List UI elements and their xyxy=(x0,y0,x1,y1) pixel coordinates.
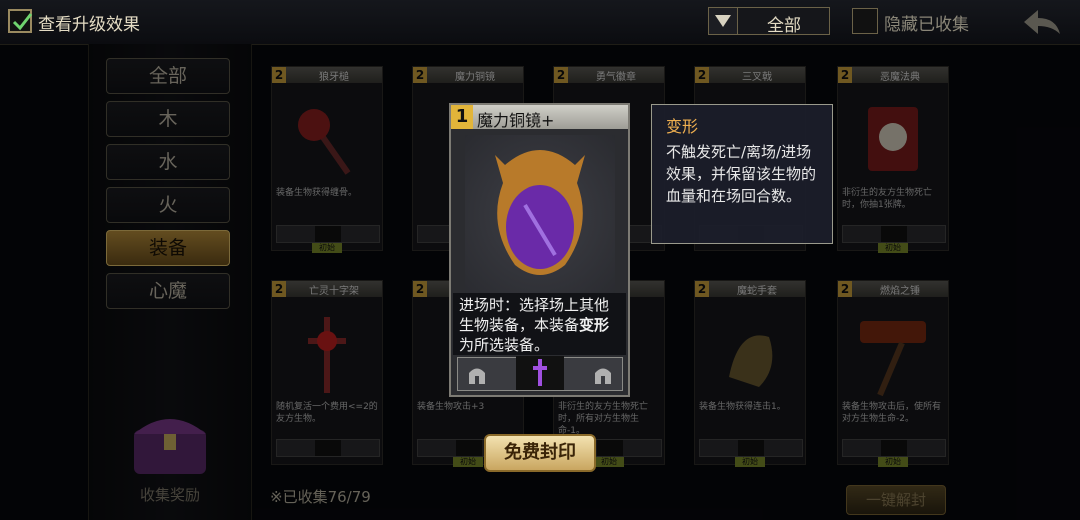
helmet-icon xyxy=(466,364,488,390)
upgrade-effect-checkbox[interactable] xyxy=(8,9,33,33)
tooltip-title: 变形 xyxy=(666,117,699,136)
helmet-icon xyxy=(592,364,614,390)
tooltip-body: 不触发死亡/离场/进场效果，并保留该生物的血量和在场回合数。 xyxy=(666,143,817,205)
card-detail-icon-bar xyxy=(457,356,623,391)
card-detail-description: 进场时：选择场上其他生物装备，本装备变形为所选装备。 xyxy=(453,293,626,355)
top-bar: 查看升级效果 全部 隐藏已收集 xyxy=(0,0,1080,45)
card-detail-cost: 1 xyxy=(451,105,473,129)
free-seal-button[interactable]: 免费封印 xyxy=(484,434,596,472)
sword-icon xyxy=(516,356,564,390)
keyword-tooltip: 变形 不触发死亡/离场/进场效果，并保留该生物的血量和在场回合数。 xyxy=(651,104,833,244)
hide-collected-checkbox[interactable] xyxy=(852,8,878,34)
category-filter-dropdown[interactable]: 全部 xyxy=(708,7,830,36)
card-detail-popup: 1 魔力铜镜+ 进场时：选择场上其他生物装备，本装备变形为所选装备。 xyxy=(449,103,630,397)
hide-collected-label[interactable]: 隐藏已收集 xyxy=(884,10,969,35)
magic-mirror-icon xyxy=(465,135,615,295)
check-icon xyxy=(12,13,33,31)
chevron-down-icon xyxy=(709,8,738,34)
upgrade-effect-label[interactable]: 查看升级效果 xyxy=(38,10,140,35)
card-detail-name: 魔力铜镜+ xyxy=(477,111,555,130)
filter-selected-label: 全部 xyxy=(767,16,801,36)
back-arrow-icon[interactable] xyxy=(1020,6,1064,38)
